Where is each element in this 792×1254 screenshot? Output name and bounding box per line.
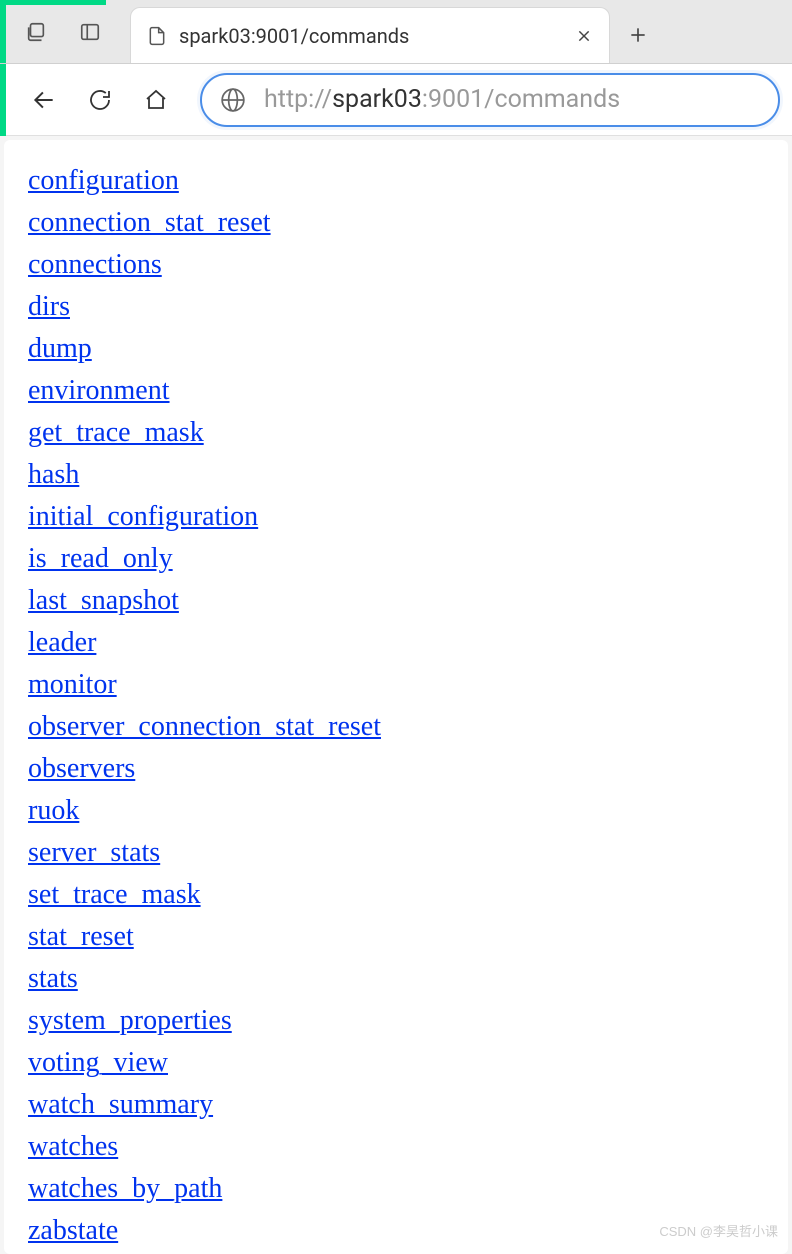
command-link[interactable]: dump [28, 328, 92, 370]
command-link[interactable]: hash [28, 454, 79, 496]
refresh-button[interactable] [76, 76, 124, 124]
command-link[interactable]: configuration [28, 160, 179, 202]
command-link[interactable]: monitor [28, 664, 117, 706]
command-link[interactable]: stats [28, 958, 78, 1000]
command-link[interactable]: dirs [28, 286, 70, 328]
close-icon[interactable] [575, 27, 593, 45]
command-link[interactable]: is_read_only [28, 538, 173, 580]
command-link[interactable]: ruok [28, 790, 79, 832]
accent-top [6, 0, 106, 5]
accent-bar [0, 64, 6, 136]
command-link[interactable]: watch_summary [28, 1084, 213, 1126]
tabs-area: spark03:9001/commands [120, 0, 792, 63]
command-link[interactable]: stat_reset [28, 916, 134, 958]
command-link[interactable]: connection_stat_reset [28, 202, 271, 244]
globe-icon [220, 87, 246, 113]
page-body: configurationconnection_stat_resetconnec… [4, 140, 788, 1254]
toolbar: http://spark03:9001/commands [0, 64, 792, 136]
tab-title: spark03:9001/commands [179, 24, 563, 48]
tab-strip: spark03:9001/commands [0, 0, 792, 64]
page-icon [147, 26, 167, 46]
url-host: spark03 [332, 85, 422, 114]
command-link[interactable]: observer_connection_stat_reset [28, 706, 381, 748]
command-link[interactable]: last_snapshot [28, 580, 179, 622]
command-link[interactable]: watches [28, 1126, 118, 1168]
address-text: http://spark03:9001/commands [264, 85, 620, 114]
url-scheme: http:// [264, 85, 332, 114]
watermark: CSDN @李昊哲小课 [659, 1221, 778, 1240]
back-button[interactable] [20, 76, 68, 124]
command-link[interactable]: zabstate [28, 1210, 118, 1252]
command-link[interactable]: leader [28, 622, 96, 664]
new-tab-button[interactable] [614, 7, 662, 63]
command-link[interactable]: initial_configuration [28, 496, 258, 538]
vertical-tabs-icon[interactable] [78, 20, 102, 44]
command-link[interactable]: server_stats [28, 832, 160, 874]
tab-extras [6, 0, 120, 63]
command-link[interactable]: observers [28, 748, 135, 790]
command-link[interactable]: system_properties [28, 1000, 232, 1042]
address-bar[interactable]: http://spark03:9001/commands [200, 73, 780, 127]
command-link[interactable]: connections [28, 244, 162, 286]
command-link[interactable]: voting_view [28, 1042, 168, 1084]
command-link[interactable]: get_trace_mask [28, 412, 204, 454]
url-path: :9001/commands [422, 85, 620, 114]
command-link[interactable]: watches_by_path [28, 1168, 222, 1210]
command-link[interactable]: environment [28, 370, 170, 412]
active-tab[interactable]: spark03:9001/commands [130, 7, 610, 63]
home-button[interactable] [132, 76, 180, 124]
tab-actions-icon[interactable] [24, 20, 48, 44]
command-link[interactable]: set_trace_mask [28, 874, 201, 916]
